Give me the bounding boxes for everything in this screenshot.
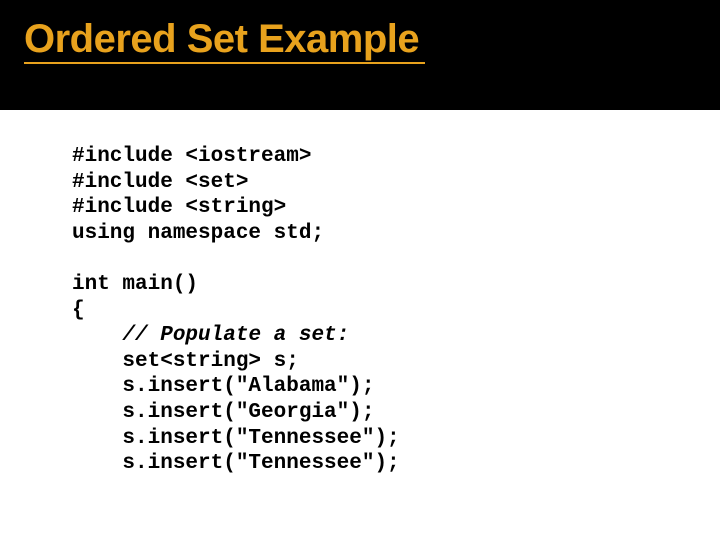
code-line: int main() [72,273,198,296]
code-line: { [72,299,85,322]
code-line: #include <set> [72,171,248,194]
code-line: s.insert("Tennessee"); [72,452,400,475]
code-line: s.insert("Alabama"); [72,375,374,398]
slide-title: Ordered Set Example [24,18,425,64]
code-line: s.insert("Tennessee"); [72,427,400,450]
code-line: #include <string> [72,196,286,219]
code-line: using namespace std; [72,222,324,245]
code-line: s.insert("Georgia"); [72,401,374,424]
code-comment: // Populate a set: [122,324,349,347]
slide-header: Ordered Set Example [0,0,720,110]
code-line: #include <iostream> [72,145,311,168]
code-block: #include <iostream> #include <set> #incl… [0,110,720,477]
code-indent [72,324,122,347]
code-line: set<string> s; [72,350,299,373]
